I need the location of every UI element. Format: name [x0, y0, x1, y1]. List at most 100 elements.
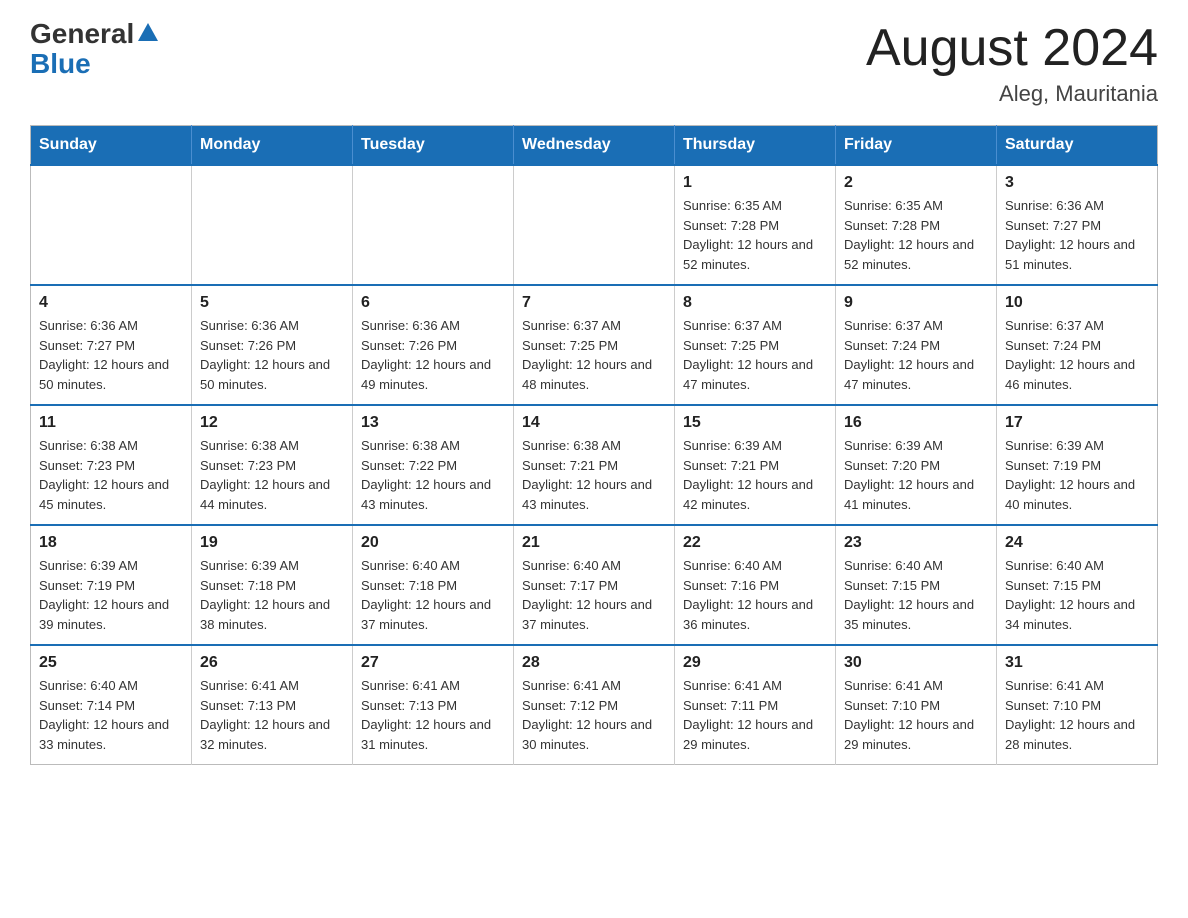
- day-info: Sunrise: 6:41 AM Sunset: 7:10 PM Dayligh…: [1005, 676, 1149, 754]
- calendar-header: SundayMondayTuesdayWednesdayThursdayFrid…: [31, 126, 1158, 166]
- logo-triangle-icon: [138, 23, 158, 41]
- month-title: August 2024: [866, 20, 1158, 77]
- day-info: Sunrise: 6:40 AM Sunset: 7:15 PM Dayligh…: [1005, 556, 1149, 634]
- day-of-week-header: Monday: [192, 126, 353, 166]
- day-number: 13: [361, 414, 505, 432]
- day-number: 18: [39, 534, 183, 552]
- day-info: Sunrise: 6:35 AM Sunset: 7:28 PM Dayligh…: [683, 196, 827, 274]
- calendar-day-cell: 27 Sunrise: 6:41 AM Sunset: 7:13 PM Dayli…: [353, 645, 514, 765]
- day-info: Sunrise: 6:41 AM Sunset: 7:13 PM Dayligh…: [361, 676, 505, 754]
- day-number: 1: [683, 174, 827, 192]
- calendar-day-cell: [192, 165, 353, 285]
- calendar-day-cell: 18Sunrise: 6:39 AM Sunset: 7:19 PM Dayli…: [31, 525, 192, 645]
- day-number: 12: [200, 414, 344, 432]
- calendar-day-cell: 28Sunrise: 6:41 AM Sunset: 7:12 PM Dayli…: [514, 645, 675, 765]
- day-number: 10: [1005, 294, 1149, 312]
- day-number: 7: [522, 294, 666, 312]
- calendar-day-cell: [31, 165, 192, 285]
- day-info: Sunrise: 6:39 AM Sunset: 7:21 PM Dayligh…: [683, 436, 827, 514]
- day-info: Sunrise: 6:41 AM Sunset: 7:13 PM Dayligh…: [200, 676, 344, 754]
- day-info: Sunrise: 6:36 AM Sunset: 7:26 PM Dayligh…: [361, 316, 505, 394]
- day-info: Sunrise: 6:40 AM Sunset: 7:17 PM Dayligh…: [522, 556, 666, 634]
- calendar-day-cell: 14Sunrise: 6:38 AM Sunset: 7:21 PM Dayli…: [514, 405, 675, 525]
- day-info: Sunrise: 6:36 AM Sunset: 7:27 PM Dayligh…: [39, 316, 183, 394]
- day-number: 9: [844, 294, 988, 312]
- calendar-day-cell: 6 Sunrise: 6:36 AM Sunset: 7:26 PM Daylig…: [353, 285, 514, 405]
- day-info: Sunrise: 6:40 AM Sunset: 7:16 PM Dayligh…: [683, 556, 827, 634]
- calendar-table: SundayMondayTuesdayWednesdayThursdayFrid…: [30, 125, 1158, 765]
- logo-blue-text: Blue: [30, 48, 91, 80]
- calendar-day-cell: 31 Sunrise: 6:41 AM Sunset: 7:10 PM Dayli…: [997, 645, 1158, 765]
- calendar-week-row: 25 Sunrise: 6:40 AM Sunset: 7:14 PM Dayli…: [31, 645, 1158, 765]
- day-number: 27: [361, 654, 505, 672]
- day-number: 16: [844, 414, 988, 432]
- calendar-day-cell: 25 Sunrise: 6:40 AM Sunset: 7:14 PM Dayli…: [31, 645, 192, 765]
- calendar-day-cell: 12 Sunrise: 6:38 AM Sunset: 7:23 PM Dayli…: [192, 405, 353, 525]
- day-info: Sunrise: 6:36 AM Sunset: 7:26 PM Dayligh…: [200, 316, 344, 394]
- day-number: 5: [200, 294, 344, 312]
- calendar-week-row: 4 Sunrise: 6:36 AM Sunset: 7:27 PM Daylig…: [31, 285, 1158, 405]
- day-number: 24: [1005, 534, 1149, 552]
- day-number: 25: [39, 654, 183, 672]
- day-of-week-header: Saturday: [997, 126, 1158, 166]
- day-info: Sunrise: 6:41 AM Sunset: 7:11 PM Dayligh…: [683, 676, 827, 754]
- day-of-week-header: Wednesday: [514, 126, 675, 166]
- day-number: 3: [1005, 174, 1149, 192]
- day-info: Sunrise: 6:40 AM Sunset: 7:15 PM Dayligh…: [844, 556, 988, 634]
- day-number: 30: [844, 654, 988, 672]
- day-number: 2: [844, 174, 988, 192]
- calendar-day-cell: 10Sunrise: 6:37 AM Sunset: 7:24 PM Dayli…: [997, 285, 1158, 405]
- page-header: General Blue August 2024 Aleg, Mauritani…: [30, 20, 1158, 107]
- day-number: 22: [683, 534, 827, 552]
- calendar-day-cell: 4 Sunrise: 6:36 AM Sunset: 7:27 PM Daylig…: [31, 285, 192, 405]
- day-info: Sunrise: 6:35 AM Sunset: 7:28 PM Dayligh…: [844, 196, 988, 274]
- day-number: 31: [1005, 654, 1149, 672]
- day-info: Sunrise: 6:37 AM Sunset: 7:25 PM Dayligh…: [522, 316, 666, 394]
- calendar-day-cell: 16 Sunrise: 6:39 AM Sunset: 7:20 PM Dayli…: [836, 405, 997, 525]
- calendar-day-cell: 20 Sunrise: 6:40 AM Sunset: 7:18 PM Dayli…: [353, 525, 514, 645]
- calendar-day-cell: [353, 165, 514, 285]
- calendar-day-cell: 21 Sunrise: 6:40 AM Sunset: 7:17 PM Dayli…: [514, 525, 675, 645]
- calendar-day-cell: 19Sunrise: 6:39 AM Sunset: 7:18 PM Dayli…: [192, 525, 353, 645]
- day-info: Sunrise: 6:38 AM Sunset: 7:23 PM Dayligh…: [200, 436, 344, 514]
- calendar-week-row: 18Sunrise: 6:39 AM Sunset: 7:19 PM Dayli…: [31, 525, 1158, 645]
- day-info: Sunrise: 6:40 AM Sunset: 7:14 PM Dayligh…: [39, 676, 183, 754]
- calendar-day-cell: 30 Sunrise: 6:41 AM Sunset: 7:10 PM Dayli…: [836, 645, 997, 765]
- day-number: 11: [39, 414, 183, 432]
- calendar-day-cell: 22 Sunrise: 6:40 AM Sunset: 7:16 PM Dayli…: [675, 525, 836, 645]
- day-info: Sunrise: 6:41 AM Sunset: 7:10 PM Dayligh…: [844, 676, 988, 754]
- calendar-day-cell: [514, 165, 675, 285]
- day-number: 21: [522, 534, 666, 552]
- day-info: Sunrise: 6:39 AM Sunset: 7:20 PM Dayligh…: [844, 436, 988, 514]
- calendar-day-cell: 3Sunrise: 6:36 AM Sunset: 7:27 PM Daylig…: [997, 165, 1158, 285]
- day-info: Sunrise: 6:40 AM Sunset: 7:18 PM Dayligh…: [361, 556, 505, 634]
- calendar-week-row: 11 Sunrise: 6:38 AM Sunset: 7:23 PM Dayli…: [31, 405, 1158, 525]
- day-info: Sunrise: 6:37 AM Sunset: 7:25 PM Dayligh…: [683, 316, 827, 394]
- calendar-day-cell: 7 Sunrise: 6:37 AM Sunset: 7:25 PM Daylig…: [514, 285, 675, 405]
- calendar-day-cell: 1 Sunrise: 6:35 AM Sunset: 7:28 PM Daylig…: [675, 165, 836, 285]
- calendar-day-cell: 15 Sunrise: 6:39 AM Sunset: 7:21 PM Dayli…: [675, 405, 836, 525]
- calendar-day-cell: 2 Sunrise: 6:35 AM Sunset: 7:28 PM Daylig…: [836, 165, 997, 285]
- calendar-day-cell: 11 Sunrise: 6:38 AM Sunset: 7:23 PM Dayli…: [31, 405, 192, 525]
- title-block: August 2024 Aleg, Mauritania: [866, 20, 1158, 107]
- day-number: 4: [39, 294, 183, 312]
- day-info: Sunrise: 6:39 AM Sunset: 7:19 PM Dayligh…: [1005, 436, 1149, 514]
- day-number: 20: [361, 534, 505, 552]
- calendar-day-cell: 24 Sunrise: 6:40 AM Sunset: 7:15 PM Dayli…: [997, 525, 1158, 645]
- day-number: 8: [683, 294, 827, 312]
- day-number: 23: [844, 534, 988, 552]
- day-number: 26: [200, 654, 344, 672]
- day-number: 6: [361, 294, 505, 312]
- day-info: Sunrise: 6:38 AM Sunset: 7:22 PM Dayligh…: [361, 436, 505, 514]
- day-number: 28: [522, 654, 666, 672]
- days-of-week-row: SundayMondayTuesdayWednesdayThursdayFrid…: [31, 126, 1158, 166]
- day-of-week-header: Thursday: [675, 126, 836, 166]
- day-info: Sunrise: 6:37 AM Sunset: 7:24 PM Dayligh…: [844, 316, 988, 394]
- logo-general-text: General: [30, 20, 134, 48]
- day-info: Sunrise: 6:39 AM Sunset: 7:18 PM Dayligh…: [200, 556, 344, 634]
- day-number: 15: [683, 414, 827, 432]
- day-info: Sunrise: 6:38 AM Sunset: 7:23 PM Dayligh…: [39, 436, 183, 514]
- logo: General Blue: [30, 20, 158, 80]
- day-number: 29: [683, 654, 827, 672]
- day-info: Sunrise: 6:38 AM Sunset: 7:21 PM Dayligh…: [522, 436, 666, 514]
